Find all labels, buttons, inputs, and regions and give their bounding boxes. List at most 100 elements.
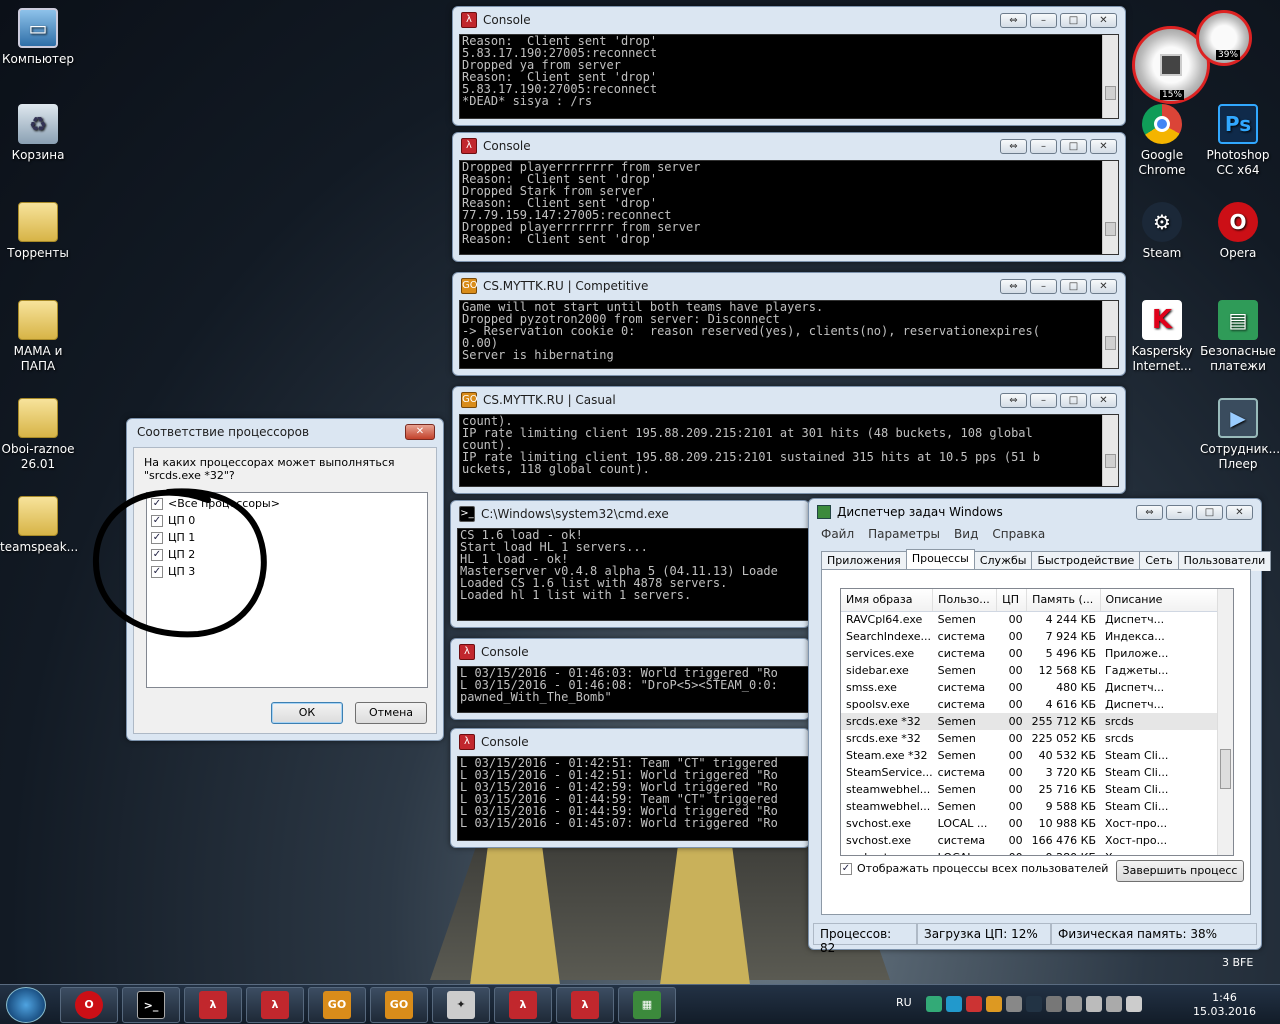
close-button[interactable]: ✕ — [1226, 504, 1253, 520]
process-table-scrollbar[interactable] — [1217, 589, 1233, 855]
taskbar-hl-console[interactable]: λ — [246, 987, 304, 1023]
minimize-button[interactable]: – — [1030, 278, 1057, 294]
close-button[interactable]: ✕ — [1090, 138, 1117, 154]
tab-users[interactable]: Пользователи — [1177, 551, 1272, 571]
desktop-icon-teamspeak[interactable]: teamspeak... — [0, 496, 78, 555]
table-row[interactable]: SteamService... система 00 3 720 КБ Steam Cl… — [841, 764, 1219, 781]
console-window-competitive[interactable]: GO CS.MYTTK.RU | Competitive ⇔ – □ ✕ Game wi… — [452, 272, 1126, 376]
desktop-icon-oboi[interactable]: Oboi-raznoe 26.01 — [0, 398, 76, 472]
table-row[interactable]: sidebar.exe Semen 00 12 568 КБ Гаджеты... — [841, 662, 1219, 679]
minimize-button[interactable]: – — [1030, 12, 1057, 28]
tab-processes[interactable]: Процессы — [905, 549, 975, 569]
tab-applications[interactable]: Приложения — [821, 551, 907, 571]
column-user[interactable]: Пользо... — [932, 589, 998, 612]
restore-icon[interactable]: ⇔ — [1000, 138, 1027, 154]
console-output[interactable]: Game will not start until both teams hav… — [459, 300, 1119, 369]
ok-button[interactable]: ОК — [271, 702, 343, 724]
menu-options[interactable]: Параметры — [868, 527, 940, 541]
desktop-icon-computer[interactable]: ▭ Компьютер — [0, 8, 76, 67]
column-description[interactable]: Описание — [1100, 589, 1220, 612]
scrollbar[interactable] — [1102, 161, 1118, 254]
close-button[interactable]: ✕ — [1090, 278, 1117, 294]
task-manager-window[interactable]: Диспетчер задач Windows ⇔ – □ ✕ Файл Параме… — [808, 498, 1272, 955]
scrollbar[interactable] — [1102, 301, 1118, 368]
language-indicator[interactable]: RU — [896, 996, 912, 1009]
tray-app-icon[interactable] — [1046, 996, 1062, 1012]
table-row[interactable]: RAVCpl64.exe Semen 00 4 244 КБ Диспетч... — [841, 611, 1219, 628]
console-window-7[interactable]: λ Console L 03/15/2016 - 01:42:51: Team "… — [450, 728, 810, 848]
minimize-button[interactable]: – — [1030, 392, 1057, 408]
taskbar-cs16[interactable]: ✦ — [432, 987, 490, 1023]
table-row[interactable]: services.exe система 00 5 496 КБ Приложе... — [841, 645, 1219, 662]
close-button[interactable]: ✕ — [405, 424, 435, 440]
desktop-icon-safe-money[interactable]: ▤ Безопасные платежи — [1200, 300, 1276, 374]
maximize-button[interactable]: □ — [1060, 12, 1087, 28]
restore-icon[interactable]: ⇔ — [1000, 392, 1027, 408]
console-window-casual[interactable]: GO CS.MYTTK.RU | Casual ⇔ – □ ✕ count). IP r… — [452, 386, 1126, 494]
console-output[interactable]: L 03/15/2016 - 01:42:51: Team "CT" trigg… — [457, 756, 809, 841]
maximize-button[interactable]: □ — [1060, 138, 1087, 154]
desktop-icon-mama-papa[interactable]: МАМА и ПАПА — [0, 300, 76, 374]
scrollbar[interactable] — [1102, 35, 1118, 118]
show-all-users-checkbox[interactable]: ✓ Отображать процессы всех пользователей — [840, 862, 1108, 875]
table-row[interactable]: steamwebhel... Semen 00 9 588 КБ Steam Cli..… — [841, 798, 1219, 815]
console-output[interactable]: Dropped playerrrrrrrr from server Reason… — [459, 160, 1119, 255]
maximize-button[interactable]: □ — [1060, 278, 1087, 294]
scrollbar[interactable] — [1102, 415, 1118, 486]
taskbar-csgo[interactable]: GO — [308, 987, 366, 1023]
cancel-button[interactable]: Отмена — [355, 702, 427, 724]
maximize-button[interactable]: □ — [1196, 504, 1223, 520]
taskbar-hl-console[interactable]: λ — [494, 987, 552, 1023]
tray-clock[interactable]: 1:46 15.03.2016 — [1193, 991, 1256, 1019]
console-window-2[interactable]: λ Console ⇔ – □ ✕ Dropped playerrrrrrrr from… — [452, 132, 1126, 262]
taskbar-hl-console[interactable]: λ — [184, 987, 242, 1023]
console-window-6[interactable]: λ Console L 03/15/2016 - 01:46:03: World … — [450, 638, 810, 720]
tray-volume-icon[interactable] — [1066, 996, 1082, 1012]
console-output[interactable]: Reason: Client sent 'drop' 5.83.17.190:2… — [459, 34, 1119, 119]
tray-display-icon[interactable] — [1106, 996, 1122, 1012]
table-row[interactable]: svchost.exe LOCAL ... 00 10 988 КБ Хост-про.… — [841, 815, 1219, 832]
tray-gpu-icon[interactable] — [1006, 996, 1022, 1012]
taskbar-opera[interactable]: O — [60, 987, 118, 1023]
menu-file[interactable]: Файл — [821, 527, 854, 541]
tray-network-icon[interactable] — [926, 996, 942, 1012]
table-row[interactable]: srcds.exe *32 Semen 00 255 712 КБ srcds — [841, 713, 1219, 730]
table-row[interactable]: SearchIndexe... система 00 7 924 КБ Индекса.… — [841, 628, 1219, 645]
table-row[interactable]: srcds.exe *32 Semen 00 225 052 КБ srcds — [841, 730, 1219, 747]
desktop-icon-chrome[interactable]: Google Chrome — [1124, 104, 1200, 178]
menu-view[interactable]: Вид — [954, 527, 978, 541]
desktop-icon-kaspersky[interactable]: K Kaspersky Internet... — [1124, 300, 1200, 374]
menu-help[interactable]: Справка — [992, 527, 1045, 541]
process-table[interactable]: Имя образа Пользо... ЦП Память (... Опис… — [840, 588, 1234, 856]
start-button[interactable] — [6, 987, 46, 1023]
maximize-button[interactable]: □ — [1060, 392, 1087, 408]
table-row[interactable]: smss.exe система 00 480 КБ Диспетч... — [841, 679, 1219, 696]
taskbar-task-manager[interactable]: ▦ — [618, 987, 676, 1023]
restore-icon[interactable]: ⇔ — [1000, 278, 1027, 294]
console-output[interactable]: L 03/15/2016 - 01:46:03: World triggered… — [457, 666, 809, 713]
tray-flag-icon[interactable] — [1086, 996, 1102, 1012]
restore-icon[interactable]: ⇔ — [1136, 504, 1163, 520]
console-output[interactable]: CS 1.6 load - ok! Start load HL 1 server… — [457, 528, 809, 621]
cpu-meter-gadget[interactable]: 15% 39% — [1132, 10, 1252, 104]
end-process-button[interactable]: Завершить процесс — [1116, 860, 1244, 882]
desktop-icon-steam[interactable]: ⚙ Steam — [1124, 202, 1200, 261]
column-memory[interactable]: Память (... — [1026, 589, 1101, 612]
tab-network[interactable]: Сеть — [1139, 551, 1179, 571]
tray-kaspersky-icon[interactable] — [966, 996, 982, 1012]
taskbar-hl-console[interactable]: λ — [556, 987, 614, 1023]
desktop-icon-torrents[interactable]: Торренты — [0, 202, 76, 261]
tray-network-status-icon[interactable] — [1126, 996, 1142, 1012]
minimize-button[interactable]: – — [1166, 504, 1193, 520]
taskbar-csgo[interactable]: GO — [370, 987, 428, 1023]
minimize-button[interactable]: – — [1030, 138, 1057, 154]
table-row[interactable]: Steam.exe *32 Semen 00 40 532 КБ Steam Cli..… — [841, 747, 1219, 764]
table-row[interactable]: steamwebhel... Semen 00 25 716 КБ Steam Cli.… — [841, 781, 1219, 798]
tab-services[interactable]: Службы — [973, 551, 1033, 571]
restore-icon[interactable]: ⇔ — [1000, 12, 1027, 28]
tray-steam-icon[interactable] — [1026, 996, 1042, 1012]
cmd-window[interactable]: >_ C:\Windows\system32\cmd.exe CS 1.6 loa… — [450, 500, 810, 628]
close-button[interactable]: ✕ — [1090, 12, 1117, 28]
tray-skype-icon[interactable] — [946, 996, 962, 1012]
table-row[interactable]: svchost.exe система 00 166 476 КБ Хост-про..… — [841, 832, 1219, 849]
